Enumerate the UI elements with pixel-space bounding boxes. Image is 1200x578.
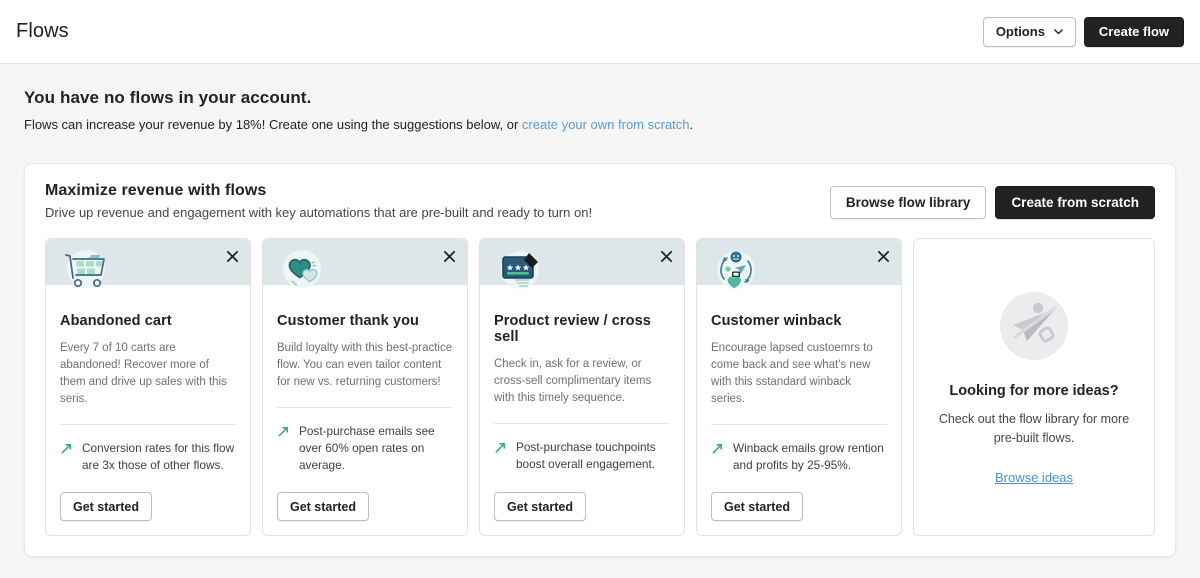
flow-card-more-ideas: Looking for more ideas? Check out the fl…: [913, 238, 1155, 536]
trend-up-arrow-icon: [277, 423, 290, 474]
paper-plane-icon: [997, 289, 1071, 363]
card-cta: Get started: [494, 474, 670, 521]
options-button-label: Options: [995, 24, 1045, 39]
card-title: Customer thank you: [277, 313, 419, 329]
get-started-button[interactable]: Get started: [277, 492, 369, 521]
empty-state-title: You have no flows in your account.: [24, 88, 312, 107]
card-cta: Get started: [60, 474, 236, 521]
card-title: Abandoned cart: [60, 313, 172, 329]
trend-up-arrow-icon: [711, 440, 724, 474]
heart-icon: [276, 245, 328, 297]
card-body: Product review / cross sell Check in, as…: [480, 285, 684, 535]
card-stat-text: Winback emails grow rention and profits …: [733, 441, 884, 472]
card-divider: [277, 407, 453, 408]
card-stat-text: Post-purchase touchpoints boost overall …: [516, 440, 656, 471]
panel-actions: Browse flow library Create from scratch: [829, 182, 1155, 219]
dismiss-card-button[interactable]: [656, 246, 676, 266]
card-cta: Get started: [711, 474, 887, 521]
dismiss-card-button[interactable]: [873, 246, 893, 266]
flow-card-abandoned-cart[interactable]: Abandoned cart Every 7 of 10 carts are a…: [45, 238, 251, 536]
flow-suggestion-cards: Abandoned cart Every 7 of 10 carts are a…: [45, 238, 1155, 536]
dismiss-card-button[interactable]: [222, 246, 242, 266]
shopping-cart-icon: [59, 245, 111, 297]
flow-card-customer-thank-you[interactable]: Customer thank you Build loyalty with th…: [262, 238, 468, 536]
create-from-scratch-button[interactable]: Create from scratch: [995, 186, 1155, 219]
card-body: Customer thank you Build loyalty with th…: [263, 285, 467, 535]
app-header: Flows Options Create flow: [0, 0, 1200, 64]
panel-subtitle: Drive up revenue and engagement with key…: [45, 205, 593, 220]
card-description: Every 7 of 10 carts are abandoned! Recov…: [60, 342, 227, 405]
panel-header: Maximize revenue with flows Drive up rev…: [45, 182, 1155, 220]
card-stat-text: Post-purchase emails see over 60% open r…: [299, 424, 435, 472]
empty-state: You have no flows in your account. Flows…: [24, 88, 1176, 134]
card-banner: [480, 239, 684, 289]
ideas-description: Check out the flow library for more pre-…: [938, 412, 1130, 445]
card-divider: [711, 424, 887, 425]
card-stat: Post-purchase touchpoints boost overall …: [494, 439, 670, 473]
card-description: Encourage lapsed custoemrs to come back …: [711, 342, 873, 405]
card-stat: Post-purchase emails see over 60% open r…: [277, 423, 453, 474]
create-from-scratch-link[interactable]: create your own from scratch: [522, 117, 690, 132]
card-description: Build loyalty with this best-practice fl…: [277, 342, 453, 388]
card-title: Customer winback: [711, 313, 842, 329]
card-title: Product review / cross sell: [494, 313, 651, 345]
maximize-revenue-panel: Maximize revenue with flows Drive up rev…: [24, 163, 1176, 557]
create-flow-button[interactable]: Create flow: [1083, 16, 1184, 47]
card-stat: Winback emails grow rention and profits …: [711, 440, 887, 474]
empty-state-description-prefix: Flows can increase your revenue by 18%! …: [24, 117, 522, 132]
card-cta: Get started: [277, 474, 453, 521]
card-divider: [60, 424, 236, 425]
card-banner: [697, 239, 901, 289]
page-content: You have no flows in your account. Flows…: [0, 64, 1200, 557]
page-title: Flows: [16, 20, 69, 42]
card-body: Abandoned cart Every 7 of 10 carts are a…: [46, 285, 250, 535]
browse-ideas-link[interactable]: Browse ideas: [995, 470, 1073, 485]
card-stat-text: Conversion rates for this flow are 3x th…: [82, 441, 235, 472]
card-description: Check in, ask for a review, or cross-sel…: [494, 358, 652, 404]
get-started-button[interactable]: Get started: [60, 492, 152, 521]
card-banner: [46, 239, 250, 288]
chevron-down-icon: [1053, 26, 1063, 36]
card-stat: Conversion rates for this flow are 3x th…: [60, 440, 236, 474]
card-banner: [263, 239, 467, 288]
get-started-button[interactable]: Get started: [494, 492, 586, 521]
header-actions: Options Create flow: [982, 16, 1184, 47]
review-stars-icon: [493, 245, 545, 297]
customer-cycle-icon: [710, 245, 762, 297]
ideas-title: Looking for more ideas?: [949, 383, 1119, 399]
empty-state-description: Flows can increase your revenue by 18%! …: [24, 116, 1176, 134]
flow-card-product-review-cross-sell[interactable]: Product review / cross sell Check in, as…: [479, 238, 685, 536]
browse-flow-library-button[interactable]: Browse flow library: [829, 186, 987, 219]
panel-heading-group: Maximize revenue with flows Drive up rev…: [45, 182, 592, 220]
options-button[interactable]: Options: [982, 16, 1076, 47]
empty-state-description-suffix: .: [689, 117, 694, 132]
dismiss-card-button[interactable]: [439, 246, 459, 266]
trend-up-arrow-icon: [494, 439, 507, 473]
flow-card-customer-winback[interactable]: Customer winback Encourage lapsed custoe…: [696, 238, 902, 536]
get-started-button[interactable]: Get started: [711, 492, 803, 521]
card-body: Customer winback Encourage lapsed custoe…: [697, 285, 901, 535]
panel-title: Maximize revenue with flows: [45, 182, 267, 199]
card-divider: [494, 423, 670, 424]
trend-up-arrow-icon: [60, 440, 73, 474]
